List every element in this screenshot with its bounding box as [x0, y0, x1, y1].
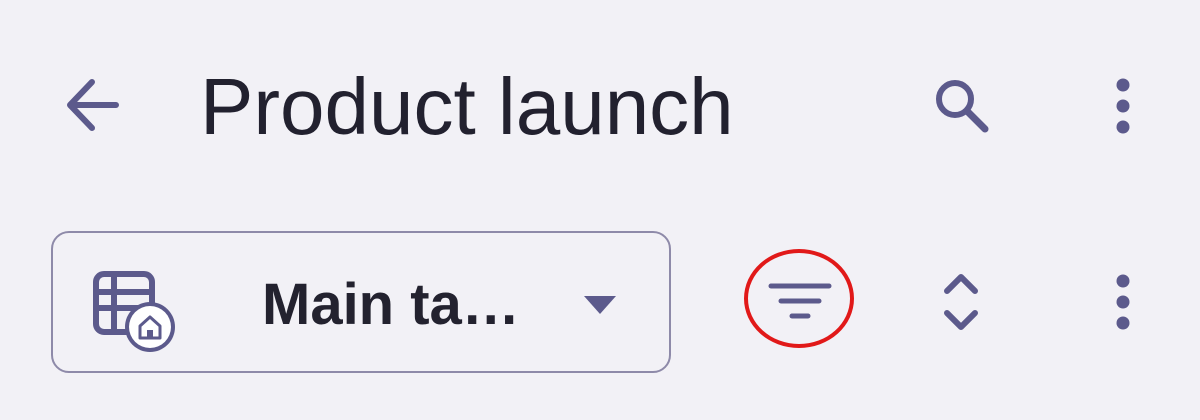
unfold-more-icon: [944, 274, 978, 330]
table-selector-label: Main ta…: [262, 272, 520, 337]
page-title: Product launch: [200, 62, 734, 151]
search-icon: [936, 80, 989, 133]
back-button[interactable]: [52, 70, 132, 140]
more-options-button[interactable]: [1085, 66, 1161, 146]
more-vert-icon: [1116, 274, 1130, 330]
filter-button[interactable]: [740, 248, 858, 352]
toolbar-more-options-button[interactable]: [1085, 262, 1161, 342]
search-button[interactable]: [918, 66, 1006, 146]
filter-icon: [768, 283, 832, 319]
caret-down-icon: [580, 290, 620, 320]
table-home-icon: [88, 268, 184, 360]
sort-button[interactable]: [925, 262, 997, 342]
more-vert-icon: [1116, 78, 1130, 134]
arrow-back-icon: [67, 79, 119, 131]
